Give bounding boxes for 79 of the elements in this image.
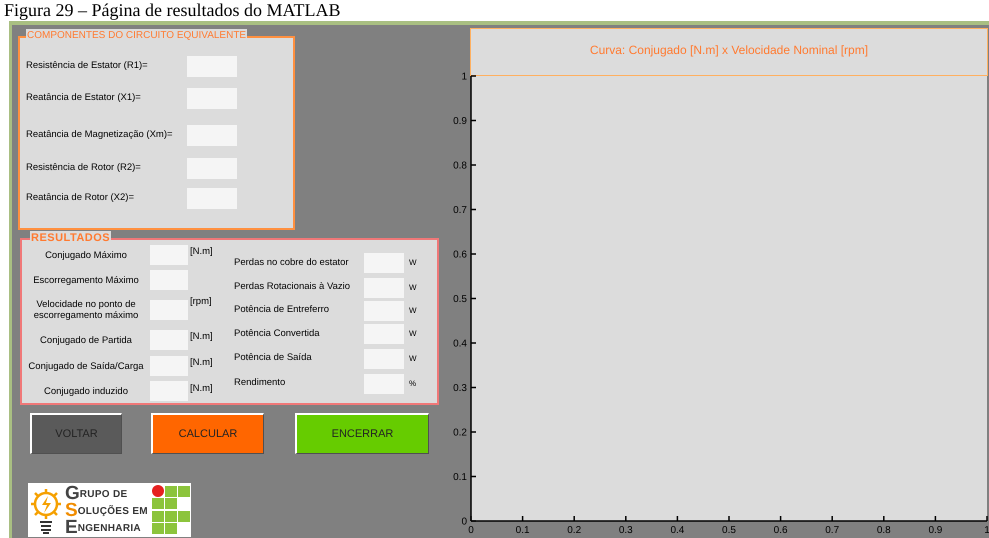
logo-initial: E [65,518,78,536]
input-field[interactable] [187,188,237,209]
output-field[interactable] [150,381,188,402]
y-tick-label: 0.5 [453,294,467,305]
logo-text: OLUÇÕES EM [78,504,148,518]
result-label: Rendimento [234,376,286,390]
result-label: Potência de Entreferro [234,303,330,318]
result-label: Perdas no cobre do estator [234,256,350,270]
output-field[interactable] [150,270,188,290]
field-label: Resistência de Estator (R1)= [26,59,149,74]
y-tick-label: 0.6 [453,250,467,260]
x-tick-label: 0.9 [928,525,942,536]
unit-label: [N.m] [190,330,213,344]
output-field[interactable] [150,330,188,350]
field-label: Resistência de Rotor (R2)= [26,161,142,176]
unit-label: W [409,328,417,340]
result-label: Conjugado induzido [43,386,129,397]
unit-label: W [409,352,417,364]
result-label: Potência de Saída [234,351,313,366]
logo-initial: S [65,502,78,518]
x-tick-label: 0.5 [722,525,736,536]
unit-label: [N.m] [190,245,213,259]
output-field[interactable] [364,324,404,344]
result-label: Perdas Rotacionais à Vazio [234,280,351,294]
unit-label: [N.m] [190,356,213,370]
chart-title: Curva: Conjugado [N.m] x Velocidade Nominal [rpm] [590,43,868,57]
field-label: Reatância de Rotor (X2)= [26,191,135,206]
result-label: Potência Convertida [234,326,321,341]
x-tick-label: 0.7 [825,525,840,536]
x-tick-label: 0.2 [567,525,582,536]
logo-text: RUPO DE [80,488,128,502]
y-tick-label: 0.9 [453,116,467,127]
y-tick-label: 0 [461,516,467,528]
input-field[interactable] [187,56,237,77]
unit-label: W [409,304,417,316]
institute-logo-icon [151,484,191,536]
x-tick-label: 0 [468,525,474,536]
output-field[interactable] [364,374,404,394]
y-tick-label: 0.8 [453,160,467,172]
panel-title: COMPONENTES DO CIRCUITO EQUIVALENTE [26,29,248,43]
y-tick-label: 1 [461,72,467,82]
y-tick-label: 0.3 [453,383,467,394]
logo-text: NGENHARIA [78,522,141,536]
unit-label: [rpm] [190,294,212,309]
result-label: Conjugado de Partida [39,334,133,346]
field-label: Reatância de Magnetização (Xm)= [26,128,174,142]
output-field[interactable] [364,300,404,320]
y-tick-label: 0.2 [453,428,467,438]
output-field[interactable] [150,356,188,376]
x-tick-label: 0.3 [618,525,633,536]
x-tick-label: 0.1 [516,525,530,536]
result-label: Velocidade no ponto de escorregamento máximo [32,298,140,321]
result-label: Escorregamento Máximo [32,274,140,286]
action-button[interactable]: ENCERRAR [295,413,429,454]
x-tick-label: 1 [984,525,989,536]
output-field[interactable] [150,300,188,320]
input-field[interactable] [187,158,237,179]
x-tick-label: 0.8 [876,525,891,536]
unit-label: % [409,378,416,390]
output-field[interactable] [364,348,404,368]
figure-caption: Figura 29 – Página de resultados do MATLAB [4,0,340,21]
result-label: Conjugado Máximo [44,250,128,261]
field-label: Reatância de Estator (X1)= [26,91,142,106]
output-field[interactable] [364,278,404,298]
input-field[interactable] [187,88,237,109]
x-tick-label: 0.6 [774,525,788,536]
unit-label: W [409,282,417,294]
logo-initial: G [65,484,80,502]
y-tick-label: 0.4 [453,338,467,350]
action-button[interactable]: CALCULAR [151,413,264,454]
unit-label: W [409,257,417,269]
x-tick-label: 0.4 [670,525,684,536]
y-tick-label: 0.7 [453,205,467,216]
y-tick-label: 0.1 [453,472,467,483]
input-field[interactable] [187,125,237,146]
result-label: Conjugado de Saída/Carga [27,360,145,372]
output-field[interactable] [150,245,188,266]
unit-label: [N.m] [190,382,213,396]
output-field[interactable] [364,253,404,273]
